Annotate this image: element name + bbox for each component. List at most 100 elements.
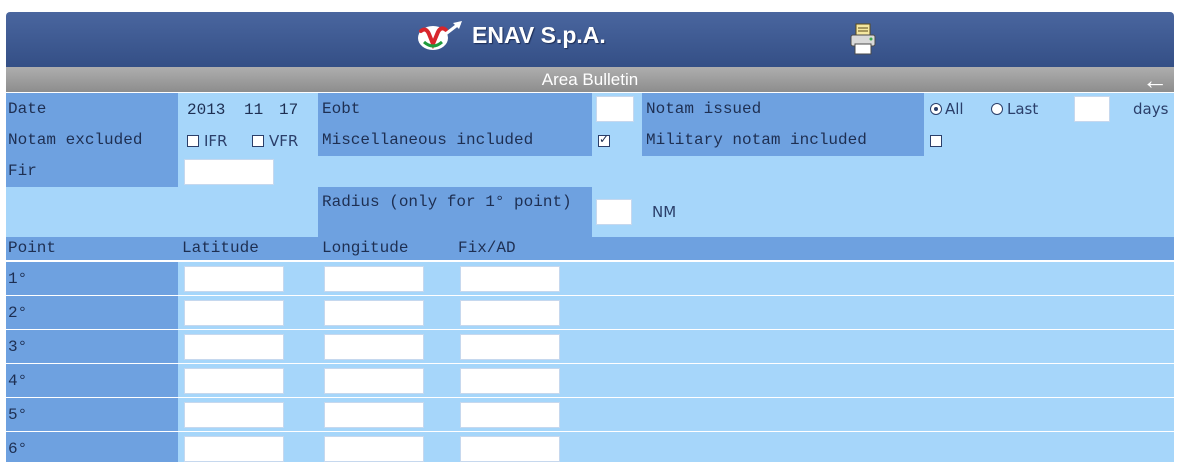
date-field-cell: 2013 11 17: [178, 93, 318, 125]
page-title-bar: Area Bulletin ←: [6, 65, 1174, 95]
latitude-input[interactable]: [184, 266, 284, 292]
point-header-cell: Point: [6, 237, 178, 260]
point-row-label: 4°: [8, 372, 28, 390]
fix-input[interactable]: [460, 368, 560, 394]
radius-spacer-cell: [6, 187, 318, 237]
longitude-input[interactable]: [324, 402, 424, 428]
radius-unit-label: NM: [652, 203, 677, 221]
ifr-checkbox[interactable]: [187, 135, 199, 147]
point-fix-cell: [454, 432, 592, 462]
point-row-spacer: [592, 364, 1174, 397]
fix-header-cell: Fix/AD: [454, 237, 592, 260]
latitude-input[interactable]: [184, 402, 284, 428]
radius-label-cell: Radius (only for 1° point): [318, 187, 592, 237]
misc-checkbox[interactable]: [598, 132, 610, 147]
radius-field-cell: NM: [592, 187, 1174, 237]
point-row-spacer: [592, 432, 1174, 462]
notam-issued-label-cell: Notam issued: [642, 93, 924, 125]
radius-input[interactable]: [596, 199, 632, 225]
eobt-label: Eobt: [322, 100, 361, 118]
printer-icon[interactable]: [848, 22, 878, 56]
point-header: Point: [8, 239, 57, 257]
point-longitude-cell: [318, 262, 454, 295]
point-latitude-cell: [178, 262, 318, 295]
latitude-header-cell: Latitude: [178, 237, 318, 260]
latitude-input[interactable]: [184, 436, 284, 462]
point-longitude-cell: [318, 296, 454, 329]
eobt-input[interactable]: [596, 96, 634, 122]
enav-logo-icon: [418, 21, 462, 50]
fir-spacer-cell: [318, 156, 1174, 187]
point-row-label: 3°: [8, 338, 28, 356]
point-fix-cell: [454, 398, 592, 431]
fix-input[interactable]: [460, 334, 560, 360]
radio-last-label: Last: [1007, 100, 1039, 118]
eobt-field-cell: [592, 93, 642, 125]
misc-field-cell: [592, 125, 642, 156]
fir-input[interactable]: [184, 159, 274, 185]
fir-label-cell: Fir: [6, 156, 178, 187]
notam-excluded-label-cell: Notam excluded: [6, 125, 178, 156]
point-latitude-cell: [178, 330, 318, 363]
date-label-cell: Date: [6, 93, 178, 125]
fix-input[interactable]: [460, 436, 560, 462]
app-header: ENAV S.p.A.: [6, 12, 1174, 67]
point-row-spacer: [592, 262, 1174, 295]
brand-title: ENAV S.p.A.: [472, 22, 606, 48]
fir-field-cell: [178, 156, 318, 187]
point-row-spacer: [592, 330, 1174, 363]
military-field-cell: [924, 125, 1174, 156]
date-month-input[interactable]: 11: [244, 101, 263, 119]
point-fix-cell: [454, 364, 592, 397]
point-latitude-cell: [178, 432, 318, 462]
point-row-spacer: [592, 296, 1174, 329]
point-latitude-cell: [178, 296, 318, 329]
longitude-input[interactable]: [324, 300, 424, 326]
last-days-input[interactable]: [1074, 96, 1110, 122]
point-row-label-cell: 4°: [6, 364, 178, 397]
misc-label-cell: Miscellaneous included: [318, 125, 592, 156]
date-label: Date: [8, 100, 47, 118]
latitude-input[interactable]: [184, 334, 284, 360]
notam-excluded-label: Notam excluded: [8, 131, 143, 149]
longitude-header: Longitude: [322, 239, 409, 257]
point-latitude-cell: [178, 364, 318, 397]
point-row-label-cell: 6°: [6, 432, 178, 462]
point-longitude-cell: [318, 432, 454, 462]
military-checkbox[interactable]: [930, 135, 942, 147]
latitude-header: Latitude: [182, 239, 259, 257]
latitude-input[interactable]: [184, 300, 284, 326]
point-longitude-cell: [318, 398, 454, 431]
point-row-label-cell: 5°: [6, 398, 178, 431]
longitude-input[interactable]: [324, 436, 424, 462]
point-latitude-cell: [178, 398, 318, 431]
longitude-input[interactable]: [324, 368, 424, 394]
longitude-header-cell: Longitude: [318, 237, 454, 260]
point-row-spacer: [592, 398, 1174, 431]
point-row-label-cell: 3°: [6, 330, 178, 363]
latitude-input[interactable]: [184, 368, 284, 394]
date-year-input[interactable]: 2013: [187, 101, 225, 119]
fix-header: Fix/AD: [458, 239, 516, 257]
radius-label: Radius (only for 1° point): [322, 193, 572, 211]
eobt-label-cell: Eobt: [318, 93, 592, 125]
date-day-input[interactable]: 17: [279, 101, 298, 119]
fix-input[interactable]: [460, 402, 560, 428]
point-longitude-cell: [318, 364, 454, 397]
point-longitude-cell: [318, 330, 454, 363]
back-arrow-icon[interactable]: ←: [1142, 65, 1168, 96]
point-row-label: 1°: [8, 270, 28, 288]
vfr-label: VFR: [269, 132, 299, 150]
flight-rules-cell: IFR VFR: [178, 125, 318, 156]
radio-all[interactable]: [930, 103, 942, 115]
vfr-checkbox[interactable]: [252, 135, 264, 147]
longitude-input[interactable]: [324, 334, 424, 360]
point-fix-cell: [454, 296, 592, 329]
fix-input[interactable]: [460, 266, 560, 292]
fix-input[interactable]: [460, 300, 560, 326]
military-label: Military notam included: [646, 131, 867, 149]
longitude-input[interactable]: [324, 266, 424, 292]
radio-last[interactable]: [991, 103, 1003, 115]
military-label-cell: Military notam included: [642, 125, 924, 156]
days-label: days: [1133, 100, 1169, 118]
